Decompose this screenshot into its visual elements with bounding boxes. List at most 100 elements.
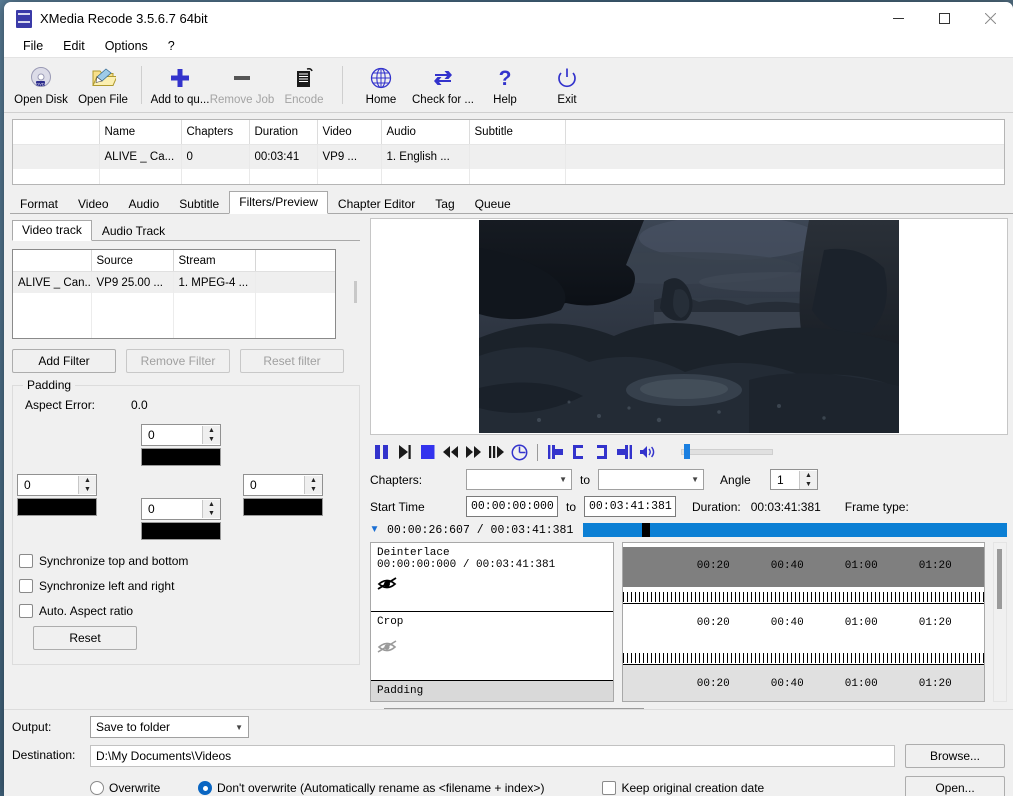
table-row[interactable] <box>13 314 335 335</box>
track-col-extra[interactable] <box>255 250 335 272</box>
filter-name-list[interactable]: Deinterlace 00:00:00:000 / 00:03:41:381 … <box>370 542 614 702</box>
eye-hidden-icon[interactable] <box>377 638 405 656</box>
toolbar-check-for-updates-button[interactable]: Check for ... <box>412 60 474 110</box>
ruler-row[interactable]: 00:20 00:40 01:00 01:20 <box>623 543 984 604</box>
tab-audio[interactable]: Audio <box>119 194 170 214</box>
tab-chapter-editor[interactable]: Chapter Editor <box>328 194 425 214</box>
padding-right-up-icon[interactable]: ▲ <box>305 476 322 485</box>
padding-right-arrows[interactable]: ▲ ▼ <box>304 476 322 494</box>
stop-button[interactable] <box>416 442 439 463</box>
pause-button[interactable] <box>370 442 393 463</box>
timeline-progress-bar[interactable] <box>583 523 1007 537</box>
angle-arrows[interactable]: ▲ ▼ <box>799 471 817 489</box>
auto-aspect-ratio-checkbox[interactable]: Auto. Aspect ratio <box>19 604 133 618</box>
close-button[interactable] <box>967 2 1013 35</box>
ruler-list[interactable]: 00:20 00:40 01:00 01:20 00:20 00:40 01:0… <box>622 542 985 702</box>
jump-to-end-button[interactable] <box>613 442 636 463</box>
table-row[interactable]: ALIVE _ Can... VP9 25.00 ... 1. MPEG-4 .… <box>13 272 335 294</box>
mark-out-button[interactable] <box>590 442 613 463</box>
fast-forward-button[interactable] <box>462 442 485 463</box>
timer-button[interactable] <box>508 442 531 463</box>
checkbox-box[interactable] <box>19 604 33 618</box>
job-col-duration[interactable]: Duration <box>249 120 317 145</box>
add-filter-button[interactable]: Add Filter <box>12 349 116 373</box>
keep-creation-date-checkbox[interactable]: Keep original creation date <box>602 781 764 795</box>
padding-right-color-swatch[interactable] <box>243 498 323 516</box>
timeline-vertical-scrollbar[interactable] <box>993 542 1007 702</box>
jump-to-start-button[interactable] <box>544 442 567 463</box>
angle-up-icon[interactable]: ▲ <box>800 471 817 480</box>
browse-button[interactable]: Browse... <box>905 744 1005 768</box>
volume-button[interactable] <box>636 442 659 463</box>
sync-top-bottom-checkbox[interactable]: Synchronize top and bottom <box>19 554 188 568</box>
volume-slider[interactable] <box>681 449 773 455</box>
tab-tag[interactable]: Tag <box>425 194 464 214</box>
padding-left-stepper[interactable]: 0 ▲ ▼ <box>17 474 97 496</box>
tab-video[interactable]: Video <box>68 194 118 214</box>
step-forward-button[interactable] <box>485 442 508 463</box>
tab-queue[interactable]: Queue <box>465 194 521 214</box>
start-time-input[interactable]: 00:00:00:000 <box>466 496 558 517</box>
padding-left-arrows[interactable]: ▲ ▼ <box>78 476 96 494</box>
padding-reset-button[interactable]: Reset <box>33 626 137 650</box>
sync-left-right-checkbox[interactable]: Synchronize left and right <box>19 579 174 593</box>
checkbox-box[interactable] <box>602 781 616 795</box>
reset-filter-button[interactable]: Reset filter <box>240 349 344 373</box>
job-col-audio[interactable]: Audio <box>381 120 469 145</box>
list-item[interactable]: Padding <box>371 681 613 702</box>
toolbar-encode-button[interactable]: Encode <box>273 60 335 110</box>
menu-options[interactable]: Options <box>96 37 157 55</box>
job-list[interactable]: Name Chapters Duration Video Audio Subti… <box>12 119 1005 185</box>
checkbox-box[interactable] <box>19 554 33 568</box>
job-col-chapters[interactable]: Chapters <box>181 120 249 145</box>
menu-edit[interactable]: Edit <box>54 37 94 55</box>
list-item[interactable]: Deinterlace 00:00:00:000 / 00:03:41:381 <box>371 543 613 612</box>
minimize-button[interactable] <box>875 2 921 35</box>
maximize-button[interactable] <box>921 2 967 35</box>
ruler-band[interactable]: 00:20 00:40 01:00 01:20 <box>623 604 984 648</box>
remove-filter-button[interactable]: Remove Filter <box>126 349 230 373</box>
destination-input[interactable]: D:\My Documents\Videos <box>90 745 895 767</box>
tab-filters-preview[interactable]: Filters/Preview <box>229 191 328 214</box>
next-frame-button[interactable] <box>393 442 416 463</box>
job-col-name[interactable]: Name <box>99 120 181 145</box>
table-row[interactable] <box>13 169 1004 185</box>
mark-in-button[interactable] <box>567 442 590 463</box>
ruler-row[interactable]: 00:20 00:40 01:00 01:20 <box>623 665 984 702</box>
padding-bottom-down-icon[interactable]: ▼ <box>203 509 220 518</box>
toolbar-exit-button[interactable]: Exit <box>536 60 598 110</box>
angle-down-icon[interactable]: ▼ <box>800 480 817 489</box>
track-col-source[interactable]: Source <box>91 250 173 272</box>
padding-bottom-up-icon[interactable]: ▲ <box>203 500 220 509</box>
toolbar-add-to-queue-button[interactable]: Add to qu... <box>149 60 211 110</box>
padding-top-arrows[interactable]: ▲ ▼ <box>202 426 220 444</box>
table-row[interactable] <box>13 335 335 339</box>
toolbar-open-disk-button[interactable]: DVD Open Disk <box>10 60 72 110</box>
timeline-playhead[interactable] <box>642 523 650 537</box>
track-table-container[interactable]: Source Stream ALIVE _ Can... VP9 25.00 .… <box>12 249 336 339</box>
track-table-scrollbar[interactable] <box>351 279 360 367</box>
padding-top-up-icon[interactable]: ▲ <box>203 426 220 435</box>
output-mode-select[interactable]: Save to folder ▼ <box>90 716 249 738</box>
ruler-band[interactable]: 00:20 00:40 01:00 01:20 <box>623 665 984 702</box>
table-row[interactable]: ALIVE _ Ca... 0 00:03:41 VP9 ... 1. Engl… <box>13 145 1004 170</box>
padding-top-down-icon[interactable]: ▼ <box>203 435 220 444</box>
toolbar-home-button[interactable]: Home <box>350 60 412 110</box>
menu-help[interactable]: ? <box>159 37 184 55</box>
radio-circle[interactable] <box>198 781 212 795</box>
rewind-button[interactable] <box>439 442 462 463</box>
dont-overwrite-radio[interactable]: Don't overwrite (Automatically rename as… <box>198 781 544 795</box>
tab-video-track[interactable]: Video track <box>12 220 92 241</box>
padding-top-color-swatch[interactable] <box>141 448 221 466</box>
menu-file[interactable]: File <box>14 37 52 55</box>
table-row[interactable] <box>13 293 335 314</box>
ruler-row[interactable]: 00:20 00:40 01:00 01:20 <box>623 604 984 665</box>
chapters-from-select[interactable]: ▼ <box>466 469 572 490</box>
padding-top-stepper[interactable]: 0 ▲ ▼ <box>141 424 221 446</box>
chevron-down-icon[interactable]: ▾ <box>370 525 379 535</box>
ruler-band[interactable]: 00:20 00:40 01:00 01:20 <box>623 547 984 587</box>
padding-right-down-icon[interactable]: ▼ <box>305 485 322 494</box>
end-time-input[interactable]: 00:03:41:381 <box>584 496 676 517</box>
toolbar-help-button[interactable]: ? Help <box>474 60 536 110</box>
open-button[interactable]: Open... <box>905 776 1005 796</box>
